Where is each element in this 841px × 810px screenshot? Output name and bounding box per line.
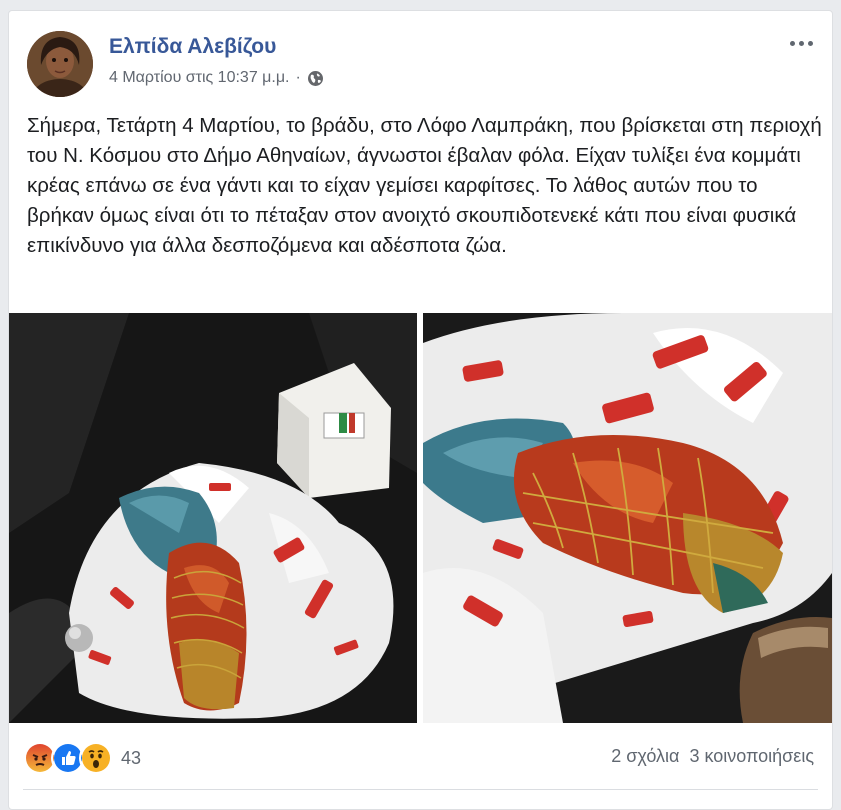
more-options-icon[interactable] (784, 33, 818, 53)
post-photo-1[interactable] (9, 313, 417, 723)
globe-icon[interactable] (307, 70, 324, 87)
post-meta: 4 Μαρτίου στις 10:37 μ.μ. · (109, 69, 324, 87)
post-card: Ελπίδα Αλεβίζου 4 Μαρτίου στις 10:37 μ.μ… (8, 10, 833, 810)
divider (23, 789, 818, 790)
avatar-image (27, 31, 93, 97)
post-photo-2[interactable] (423, 313, 832, 723)
meta-separator: · (295, 69, 301, 86)
reactions-summary[interactable]: 43 (23, 741, 141, 775)
author-name[interactable]: Ελπίδα Αλεβίζου (109, 35, 276, 59)
post-text: Σήμερα, Τετάρτη 4 Μαρτίου, το βράδυ, στο… (27, 114, 822, 257)
photo-2-image (423, 313, 832, 723)
reaction-count[interactable]: 43 (121, 748, 141, 769)
engagement-stats: 2 σχόλια 3 κοινοποιήσεις (611, 746, 814, 767)
post-timestamp[interactable]: 4 Μαρτίου στις 10:37 μ.μ. (109, 69, 289, 87)
avatar[interactable] (27, 31, 93, 97)
wow-reaction-icon (79, 741, 113, 775)
photo-1-image (9, 313, 417, 723)
shares-count-link[interactable]: 3 κοινοποιήσεις (689, 746, 814, 767)
comments-count-link[interactable]: 2 σχόλια (611, 746, 679, 767)
